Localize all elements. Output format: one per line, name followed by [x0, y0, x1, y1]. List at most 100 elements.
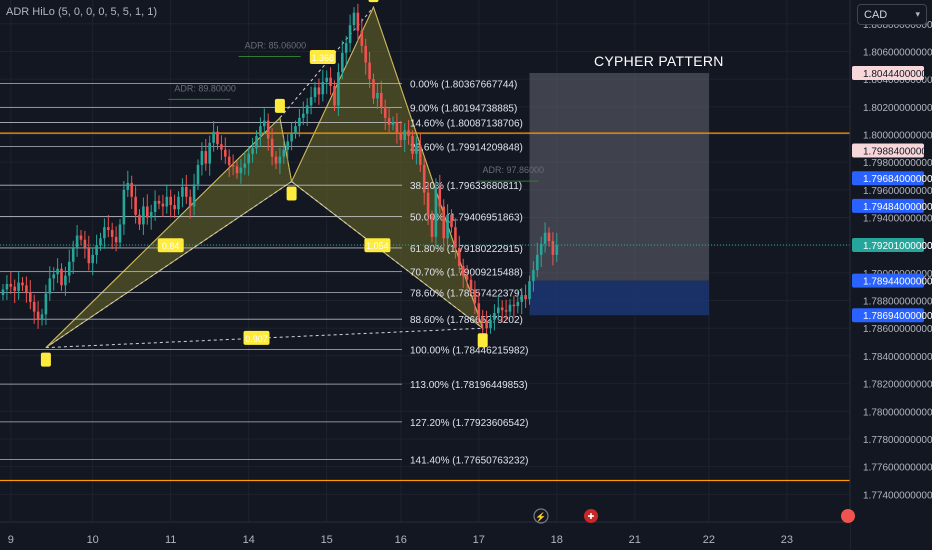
candle-body[interactable]: [87, 247, 91, 264]
candle-body[interactable]: [188, 196, 192, 207]
candle-body[interactable]: [103, 227, 106, 239]
candle-body[interactable]: [270, 138, 274, 157]
candle-body[interactable]: [5, 283, 9, 290]
candle-body[interactable]: [325, 77, 328, 82]
candle-body[interactable]: [395, 122, 399, 134]
candle-body[interactable]: [247, 153, 250, 164]
candle-body[interactable]: [48, 278, 52, 294]
candle-body[interactable]: [282, 149, 286, 157]
candle-body[interactable]: [114, 236, 118, 243]
candle-body[interactable]: [9, 283, 13, 287]
candle-body[interactable]: [196, 164, 200, 185]
candle-body[interactable]: [149, 211, 153, 218]
candle-body[interactable]: [157, 200, 161, 204]
candle-body[interactable]: [290, 133, 293, 142]
candle-body[interactable]: [438, 187, 442, 207]
candle-body[interactable]: [415, 145, 418, 154]
candle-body[interactable]: [305, 105, 309, 114]
candle-body[interactable]: [52, 274, 55, 279]
candle-body[interactable]: [263, 120, 266, 127]
candle-body[interactable]: [426, 192, 430, 217]
candle-body[interactable]: [543, 232, 547, 244]
candle-body[interactable]: [243, 163, 247, 168]
candle-body[interactable]: [333, 86, 336, 106]
candle-body[interactable]: [555, 245, 559, 255]
candle-body[interactable]: [489, 319, 492, 329]
candle-body[interactable]: [309, 97, 313, 106]
candle-body[interactable]: [372, 79, 375, 99]
candle-body[interactable]: [481, 317, 484, 322]
candle-body[interactable]: [122, 189, 126, 225]
candle-body[interactable]: [469, 279, 473, 290]
candle-body[interactable]: [173, 205, 176, 210]
candle-body[interactable]: [430, 216, 434, 237]
candle-body[interactable]: [500, 307, 504, 311]
candle-body[interactable]: [118, 224, 122, 243]
candle-body[interactable]: [364, 45, 367, 63]
candle-body[interactable]: [36, 311, 40, 320]
candle-body[interactable]: [302, 113, 305, 118]
candle-body[interactable]: [473, 289, 477, 304]
candle-body[interactable]: [239, 167, 243, 174]
candle-body[interactable]: [446, 214, 449, 239]
candle-body[interactable]: [411, 135, 414, 154]
candle-body[interactable]: [321, 81, 325, 95]
candle-body[interactable]: [485, 321, 488, 329]
candle-body[interactable]: [29, 292, 32, 302]
candle-body[interactable]: [13, 286, 16, 291]
candle-body[interactable]: [387, 117, 391, 125]
candle-body[interactable]: [274, 156, 278, 164]
candle-body[interactable]: [200, 151, 204, 165]
candle-body[interactable]: [71, 247, 75, 262]
candle-body[interactable]: [259, 126, 262, 136]
candle-body[interactable]: [442, 206, 445, 239]
candle-body[interactable]: [142, 206, 145, 225]
candle-body[interactable]: [551, 241, 555, 255]
candle-body[interactable]: [407, 130, 410, 136]
candle-body[interactable]: [99, 238, 102, 246]
event-icon[interactable]: [841, 509, 855, 523]
candle-body[interactable]: [528, 281, 531, 300]
candle-body[interactable]: [337, 72, 340, 106]
candle-body[interactable]: [107, 227, 110, 230]
candle-body[interactable]: [547, 232, 551, 242]
candle-body[interactable]: [512, 304, 516, 307]
candle-body[interactable]: [493, 313, 496, 320]
candle-body[interactable]: [17, 282, 20, 291]
candle-body[interactable]: [208, 142, 211, 164]
candle-body[interactable]: [508, 304, 512, 312]
harmonic-triangle-xab[interactable]: [45, 116, 293, 349]
candle-body[interactable]: [278, 156, 282, 164]
candle-body[interactable]: [313, 87, 317, 98]
candle-body[interactable]: [422, 164, 426, 193]
candle-body[interactable]: [79, 235, 83, 240]
candle-body[interactable]: [185, 187, 188, 197]
candle-body[interactable]: [169, 196, 172, 206]
candle-body[interactable]: [146, 206, 149, 218]
candle-body[interactable]: [110, 229, 114, 237]
candle-body[interactable]: [255, 135, 258, 149]
candle-body[interactable]: [536, 254, 539, 271]
candle-body[interactable]: [266, 120, 270, 139]
candle-body[interactable]: [56, 268, 59, 275]
candle-body[interactable]: [161, 203, 165, 207]
candle-body[interactable]: [130, 182, 133, 197]
candle-body[interactable]: [403, 130, 406, 141]
candle-body[interactable]: [532, 270, 535, 282]
candle-body[interactable]: [91, 254, 94, 264]
candle-body[interactable]: [192, 184, 196, 207]
candle-body[interactable]: [251, 148, 254, 154]
candle-body[interactable]: [224, 149, 227, 157]
candle-body[interactable]: [516, 301, 520, 307]
candle-body[interactable]: [231, 164, 235, 167]
indicator-legend[interactable]: ADR HiLo (5, 0, 0, 0, 5, 5, 1, 1): [6, 6, 157, 18]
candle-body[interactable]: [341, 52, 344, 73]
candle-body[interactable]: [216, 131, 219, 145]
candle-body[interactable]: [317, 87, 321, 95]
candle-body[interactable]: [419, 145, 422, 165]
candle-body[interactable]: [165, 196, 169, 207]
candle-body[interactable]: [220, 144, 223, 150]
currency-selector[interactable]: CAD ▾: [857, 4, 927, 25]
candle-body[interactable]: [95, 245, 98, 255]
candle-body[interactable]: [75, 235, 79, 248]
